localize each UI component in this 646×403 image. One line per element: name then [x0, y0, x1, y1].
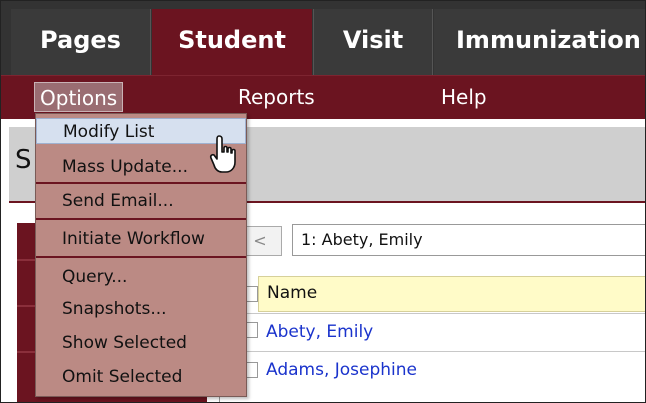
menu-separator [36, 182, 246, 184]
menu-separator [36, 218, 246, 220]
menu-help[interactable]: Help [441, 82, 487, 112]
tab-student[interactable]: Student [152, 9, 312, 75]
menu-separator [36, 256, 246, 258]
table-row[interactable]: Abety, Emily [258, 314, 645, 350]
table-row[interactable]: Adams, Josephine [258, 352, 645, 388]
student-name-link[interactable]: Adams, Josephine [266, 360, 417, 380]
menu-item-snapshots[interactable]: Snapshots... [36, 296, 246, 322]
menu-options[interactable]: Options [34, 82, 124, 112]
tab-bar: Pages Student Visit Immunization [1, 1, 645, 75]
column-header-name[interactable]: Name [267, 283, 317, 303]
menu-item-initiate-workflow[interactable]: Initiate Workflow [36, 226, 246, 252]
menu-reports[interactable]: Reports [238, 82, 315, 112]
tab-pages[interactable]: Pages [11, 9, 151, 75]
menu-item-omit-selected[interactable]: Omit Selected [36, 364, 246, 390]
menu-item-send-email[interactable]: Send Email... [36, 188, 246, 214]
student-name-link[interactable]: Abety, Emily [266, 322, 373, 342]
page-title: S [15, 145, 32, 175]
menu-item-query[interactable]: Query... [36, 264, 246, 290]
menu-item-show-selected[interactable]: Show Selected [36, 330, 246, 356]
list-header-row: Name [258, 276, 645, 312]
hand-pointer-icon [209, 135, 236, 173]
tab-immunization[interactable]: Immunization [434, 9, 645, 75]
record-list: < 1: Abety, Emily Name Abety, Emily Adam… [219, 214, 645, 402]
current-record-field[interactable]: 1: Abety, Emily [292, 224, 645, 256]
tab-visit[interactable]: Visit [313, 9, 433, 75]
app-window: Pages Student Visit Immunization Options… [0, 0, 646, 403]
